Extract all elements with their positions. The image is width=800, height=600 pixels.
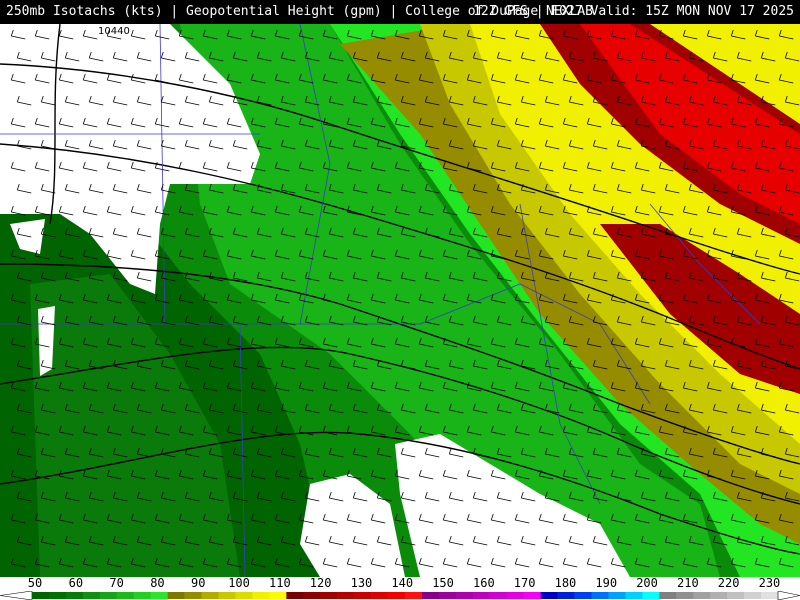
colorbar-swatch	[269, 592, 287, 599]
colorbar-swatch	[150, 592, 168, 599]
colorbar-tick-label: 230	[758, 576, 781, 590]
colorbar	[0, 591, 800, 600]
colorbar-tick-label: 180	[554, 576, 577, 590]
colorbar-swatch	[48, 592, 67, 599]
colorbar-swatch	[574, 592, 592, 599]
colorbar-tick-label: 60	[68, 576, 84, 590]
colorbar-swatch	[201, 592, 219, 599]
colorbar-swatch	[303, 592, 321, 599]
colorbar-tick-label: 200	[636, 576, 658, 590]
colorbar-tick-label: 110	[269, 576, 291, 590]
colorbar-swatch	[184, 592, 202, 599]
colorbar-tick-label: 140	[391, 576, 414, 590]
colorbar-ticks: 50 60 70 80 90 100 110 120 130 140 150 160 170 180 190…	[0, 576, 800, 591]
colorbar-swatch	[32, 592, 50, 599]
model-valid-time: 12Z GFS | F027 Valid: 15Z MON NOV 17 202…	[473, 4, 794, 19]
colorbar-low-arrow	[0, 591, 33, 600]
colorbar-tick-label: 80	[150, 576, 165, 590]
colorbar-tick-label: 50	[27, 576, 43, 590]
colorbar-tick-label: 100	[228, 576, 250, 590]
colorbar-tick-label: 170	[513, 576, 536, 590]
colorbar-swatch	[388, 592, 406, 599]
colorbar-tick-label: 90	[191, 576, 206, 590]
colorbar-swatch	[235, 592, 253, 599]
map-canvas: 10440	[0, 24, 800, 577]
colorbar-swatch	[438, 592, 457, 599]
colorbar-high-arrow	[777, 591, 800, 600]
colorbar-swatch	[625, 592, 643, 599]
colorbar-swatch	[761, 592, 779, 599]
colorbar-swatch	[82, 592, 101, 599]
colorbar-swatch	[337, 592, 355, 599]
colorbar-swatch	[252, 592, 270, 599]
colorbar-swatch	[523, 592, 541, 599]
colorbar-tick-label: 70	[109, 576, 124, 590]
colorbar-tick-label: 130	[350, 576, 373, 590]
colorbar-swatch	[557, 592, 575, 599]
colorbar-swatch	[506, 592, 524, 599]
colorbar-swatch	[371, 592, 389, 599]
colorbar-swatch	[642, 592, 660, 599]
colorbar-swatch	[608, 592, 626, 599]
wind-map: 10440	[0, 24, 800, 577]
colorbar-swatch	[405, 592, 423, 599]
colorbar-swatch	[286, 592, 304, 599]
height-contour-label: 10440	[98, 26, 130, 37]
colorbar-swatch	[591, 592, 609, 599]
colorbar-swatch	[421, 592, 440, 599]
colorbar-swatch	[472, 592, 491, 599]
map-header: 250mb Isotachs (kts) | Geopotential Heig…	[0, 0, 800, 24]
colorbar-swatch	[727, 592, 745, 599]
colorbar-swatch	[99, 592, 118, 599]
colorbar-swatch	[167, 592, 185, 599]
colorbar-swatch	[218, 592, 236, 599]
colorbar-swatch	[133, 592, 151, 599]
colorbar-swatch	[710, 592, 728, 599]
colorbar-swatch	[659, 592, 677, 599]
colorbar-tick-label: 160	[473, 576, 495, 590]
colorbar-swatch	[354, 592, 372, 599]
colorbar-swatch	[455, 592, 474, 599]
colorbar-swatch	[320, 592, 338, 599]
colorbar-swatch	[540, 592, 558, 599]
colorbar-swatch	[65, 592, 84, 599]
colorbar-swatch	[744, 592, 762, 599]
colorbar-swatch	[676, 592, 694, 599]
colorbar-tick-label: 120	[309, 576, 332, 590]
colorbar-swatch	[693, 592, 711, 599]
colorbar-swatch	[489, 592, 508, 599]
colorbar-tick-label: 190	[595, 576, 618, 590]
colorbar-swatch	[116, 592, 135, 599]
colorbar-tick-label: 220	[717, 576, 740, 590]
colorbar-tick-label: 150	[432, 576, 454, 590]
colorbar-tick-label: 210	[677, 576, 699, 590]
